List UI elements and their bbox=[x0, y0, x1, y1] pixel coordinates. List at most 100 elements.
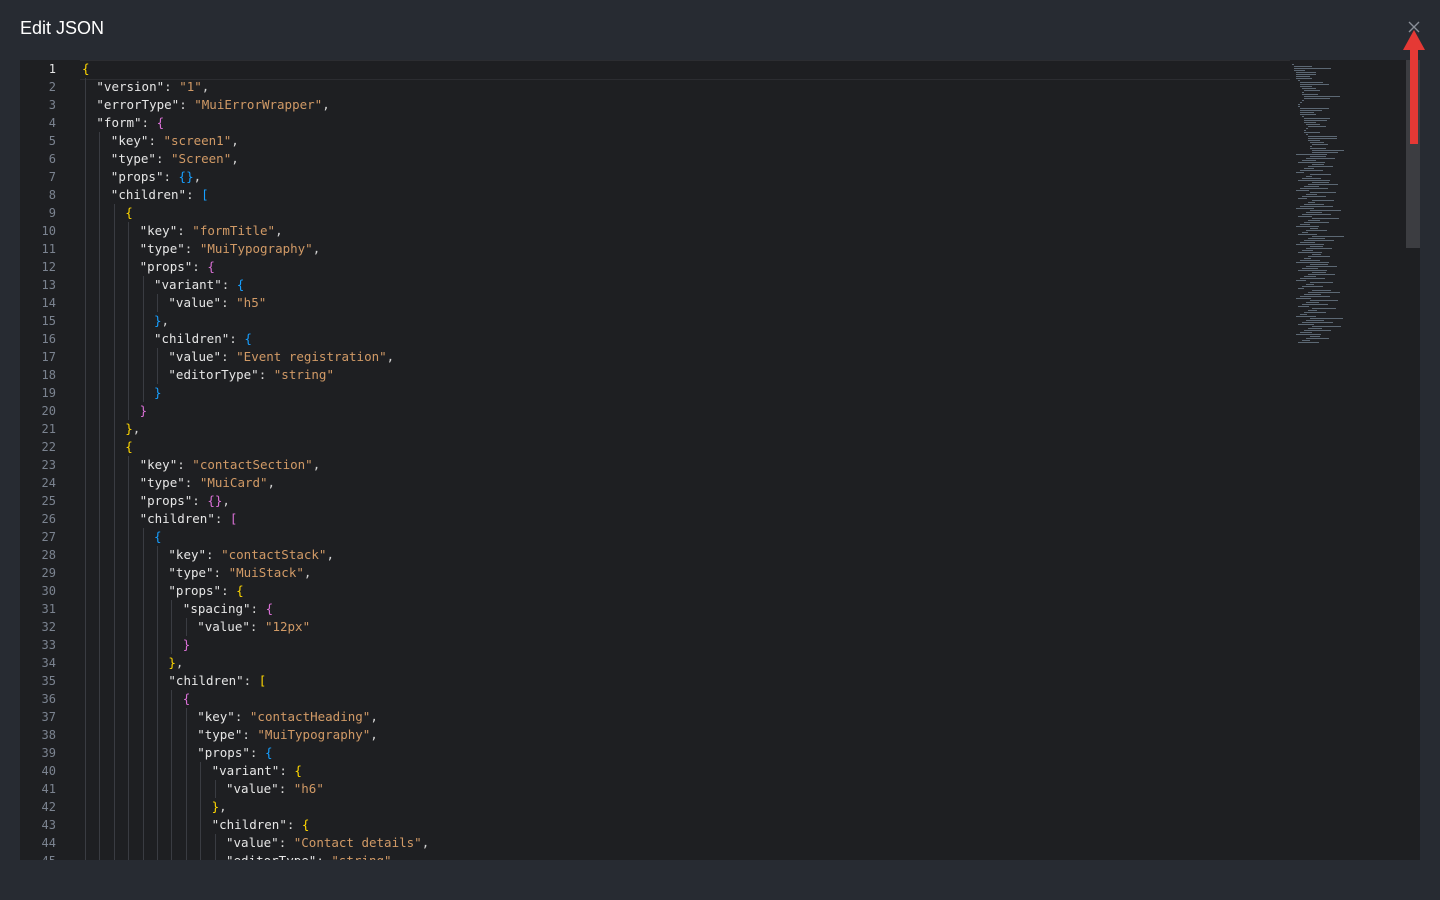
indent-guide bbox=[142, 798, 144, 816]
code-token: "props" bbox=[139, 259, 193, 274]
indent-guide bbox=[128, 294, 130, 312]
indent-guide bbox=[142, 546, 144, 564]
code-token: { bbox=[125, 439, 133, 454]
line-number: 15 bbox=[41, 314, 56, 328]
code-token: , bbox=[231, 151, 239, 166]
minimap-line bbox=[1304, 276, 1316, 277]
indent-guide bbox=[113, 816, 115, 834]
indent-guide bbox=[99, 852, 101, 860]
line-number: 1 bbox=[48, 62, 56, 76]
code-token: , bbox=[267, 475, 276, 490]
indent-guide bbox=[113, 618, 115, 636]
code-line: "editorType": "string" bbox=[168, 366, 334, 384]
minimap-line bbox=[1312, 308, 1336, 309]
code-line: { bbox=[125, 204, 133, 222]
code-token: "variant" bbox=[154, 277, 222, 292]
indent-guide bbox=[157, 618, 158, 636]
minimap-line bbox=[1298, 342, 1319, 343]
line-number: 11 bbox=[41, 242, 56, 256]
json-code-editor[interactable]: 1 2 3 4 5 6 7 8 9 10 11 12 13 14 15 16 17 18 19 20 21 22 23 24 2… bbox=[20, 60, 1420, 860]
indent-guide bbox=[185, 618, 187, 636]
minimap-line bbox=[1304, 122, 1316, 123]
code-token: "type" bbox=[168, 565, 214, 580]
indent-guide bbox=[142, 636, 144, 654]
indent-guide bbox=[113, 546, 115, 564]
indent-guide bbox=[113, 276, 115, 294]
code-token: : bbox=[192, 259, 208, 274]
close-button[interactable] bbox=[1404, 17, 1424, 37]
indent-guide bbox=[128, 402, 130, 420]
code-token: , bbox=[193, 169, 202, 184]
indent-guide bbox=[99, 744, 101, 762]
minimap-line bbox=[1300, 296, 1330, 297]
code-token: "props" bbox=[197, 745, 250, 760]
indent-guide bbox=[85, 564, 86, 582]
indent-guide bbox=[113, 528, 115, 546]
code-token: "MuiCard" bbox=[199, 475, 268, 490]
indent-guide bbox=[200, 762, 202, 780]
code-line: "props": {}, bbox=[140, 492, 230, 510]
indent-guide bbox=[142, 582, 144, 600]
indent-guide bbox=[157, 726, 158, 744]
code-token: "editorType" bbox=[168, 367, 259, 382]
minimap-line bbox=[1308, 138, 1337, 139]
code-token: "errorType" bbox=[96, 97, 180, 112]
indent-guide bbox=[113, 258, 115, 276]
code-token: "children" bbox=[154, 331, 230, 346]
minimap-line bbox=[1308, 238, 1325, 239]
line-number: 25 bbox=[41, 494, 56, 508]
indent-guide bbox=[99, 528, 101, 546]
code-line: "type": "MuiTypography", bbox=[140, 240, 321, 258]
line-number: 14 bbox=[41, 296, 56, 310]
line-number: 42 bbox=[41, 800, 56, 814]
code-token: "Screen" bbox=[171, 151, 232, 166]
indent-guide bbox=[128, 330, 130, 348]
line-number: 41 bbox=[41, 782, 56, 796]
code-token: "formTitle" bbox=[192, 223, 276, 238]
indent-guide bbox=[85, 798, 86, 816]
indent-guide bbox=[142, 762, 144, 780]
code-token: "screen1" bbox=[163, 133, 232, 148]
minimap-line bbox=[1302, 92, 1305, 93]
code-token: } bbox=[211, 799, 220, 814]
code-area[interactable]: {"version": "1", "errorType": "MuiErrorWr… bbox=[80, 60, 1292, 860]
edit-json-dialog: Edit JSON 1 2 3 4 5 6 7 8 9 10 11 12 13 14 15 16 17 18 19 2… bbox=[0, 0, 1440, 900]
indent-guide bbox=[157, 546, 158, 564]
minimap-line bbox=[1310, 192, 1336, 193]
minimap-line bbox=[1296, 74, 1317, 75]
code-token: , bbox=[175, 655, 184, 670]
code-token: { bbox=[154, 529, 162, 544]
minimap-line bbox=[1304, 186, 1319, 187]
indent-guide bbox=[142, 852, 144, 860]
code-token: } bbox=[125, 421, 133, 436]
minimap-line bbox=[1312, 152, 1339, 153]
line-number: 38 bbox=[41, 728, 56, 742]
minimap-line bbox=[1306, 284, 1314, 285]
code-token: "children" bbox=[139, 511, 215, 526]
minimap-line bbox=[1308, 310, 1317, 311]
line-number: 44 bbox=[41, 836, 56, 850]
indent-guide bbox=[113, 474, 115, 492]
minimap-line bbox=[1304, 330, 1331, 331]
indent-guide bbox=[99, 654, 101, 672]
indent-guide bbox=[85, 528, 86, 546]
vertical-scrollbar-thumb[interactable] bbox=[1406, 60, 1420, 248]
indent-guide bbox=[128, 546, 130, 564]
minimap-line bbox=[1306, 302, 1319, 303]
minimap-line bbox=[1298, 162, 1325, 163]
code-token: : bbox=[177, 457, 193, 472]
code-token: "variant" bbox=[211, 763, 280, 778]
minimap-line bbox=[1306, 176, 1312, 177]
indent-guide bbox=[200, 852, 202, 860]
code-token: "value" bbox=[168, 349, 222, 364]
code-token: : bbox=[179, 97, 195, 112]
code-line: "value": "h5" bbox=[168, 294, 266, 312]
indent-guide bbox=[128, 492, 130, 510]
minimap-line bbox=[1308, 274, 1335, 275]
minimap[interactable] bbox=[1290, 60, 1405, 860]
minimap-line bbox=[1296, 172, 1304, 173]
indent-guide bbox=[99, 402, 101, 420]
line-number: 36 bbox=[41, 692, 56, 706]
minimap-line bbox=[1310, 264, 1328, 265]
indent-guide bbox=[142, 780, 144, 798]
